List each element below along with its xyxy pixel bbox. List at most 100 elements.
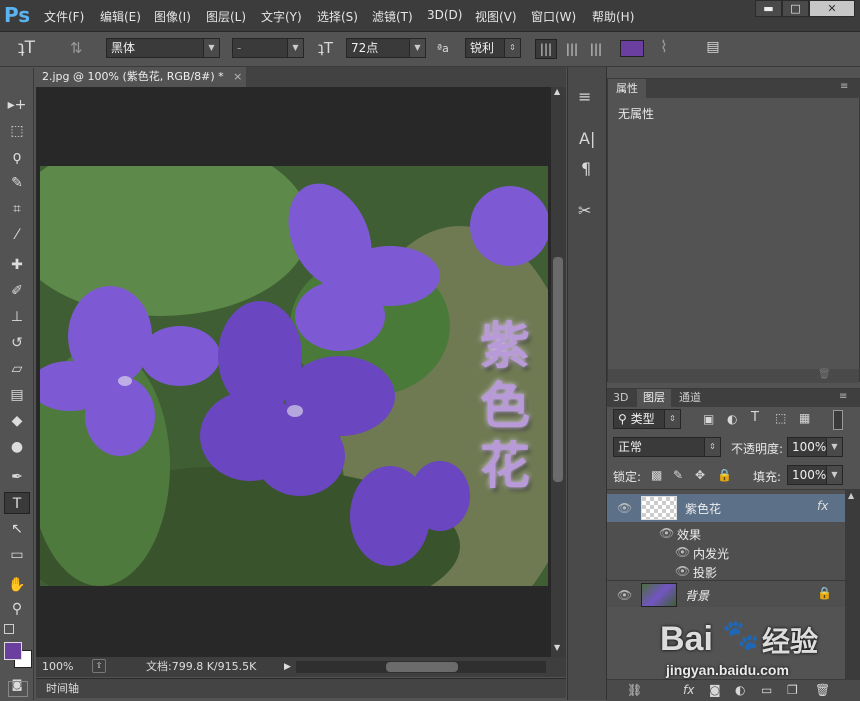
minimize-button[interactable]: ▬ [755, 0, 782, 17]
menu-image[interactable]: 图像(I) [154, 8, 191, 25]
tab-layers[interactable]: 图层 [637, 389, 671, 407]
document-tab[interactable]: 2.jpg @ 100% (紫色花, RGB/8#) * × [36, 67, 246, 87]
lasso-tool-icon[interactable]: ϙ [4, 146, 30, 168]
zoom-level[interactable]: 100% [42, 658, 73, 676]
default-colors-icon[interactable] [4, 624, 14, 634]
eraser-tool-icon[interactable]: ▱ [4, 358, 30, 380]
font-size-select[interactable]: 72点 ▼ [346, 38, 426, 58]
link-layers-icon[interactable]: ⛓ [627, 683, 642, 697]
hand-tool-icon[interactable]: ✋ [4, 574, 30, 596]
stamp-tool-icon[interactable]: ⊥ [4, 306, 30, 328]
tab-channels[interactable]: 通道 [673, 389, 707, 407]
scroll-down-icon[interactable]: ▼ [554, 643, 560, 652]
lock-pixels-icon[interactable]: ✎ [673, 468, 683, 482]
timeline-tab[interactable]: 时间轴 [46, 679, 79, 699]
menu-window[interactable]: 窗口(W) [531, 8, 576, 25]
layer-filter-select[interactable]: ⚲ 类型 ⇕ [613, 409, 681, 429]
layer-row[interactable]: 👁 背景 🔒 [607, 580, 853, 608]
type-tool-preset-icon[interactable]: ʇT [18, 38, 35, 58]
menu-select[interactable]: 选择(S) [317, 8, 358, 25]
lock-transparency-icon[interactable]: ▩ [651, 468, 662, 482]
canvas-area[interactable]: 紫 色 花 [36, 87, 551, 657]
font-family-select[interactable]: 黑体 ▼ [106, 38, 220, 58]
align-left-icon[interactable]: ||| [535, 39, 557, 59]
add-mask-icon[interactable]: ◙ [709, 683, 721, 697]
blur-tool-icon[interactable]: ◆ [4, 410, 30, 432]
layer-name[interactable]: 背景 [685, 587, 709, 604]
filter-pixel-icon[interactable]: ▣ [703, 412, 714, 426]
type-tool-icon[interactable]: T [4, 492, 30, 514]
menu-file[interactable]: 文件(F) [44, 8, 84, 25]
menu-3d[interactable]: 3D(D) [427, 8, 462, 22]
blend-mode-select[interactable]: 正常 ⇕ [613, 437, 721, 457]
effect-row[interactable]: 👁 内发光 [607, 543, 853, 561]
filter-adjustment-icon[interactable]: ◐ [727, 412, 737, 426]
filter-toggle-switch[interactable] [833, 410, 843, 430]
brush-tool-icon[interactable]: ✐ [4, 280, 30, 302]
tool-presets-icon[interactable]: ✂ [578, 201, 591, 220]
lock-all-icon[interactable]: 🔒 [717, 468, 732, 482]
dodge-tool-icon[interactable]: ● [4, 436, 30, 458]
horizontal-scrollbar[interactable] [296, 661, 546, 673]
lock-position-icon[interactable]: ✥ [695, 468, 705, 482]
layers-scrollbar[interactable]: ▲ [845, 489, 860, 685]
crop-tool-icon[interactable]: ⌗ [4, 198, 30, 220]
antialias-select[interactable]: 锐利 ⇕ [465, 38, 521, 58]
align-right-icon[interactable]: ||| [586, 39, 606, 59]
visibility-eye-icon[interactable]: 👁 [617, 501, 632, 515]
fill-field[interactable]: 100% ▼ [787, 465, 843, 485]
character-panel-icon[interactable]: ▤ [703, 39, 723, 57]
share-icon[interactable]: ⇧ [92, 659, 106, 673]
menu-edit[interactable]: 编辑(E) [100, 8, 141, 25]
trash-icon[interactable]: 🗑 [818, 369, 831, 380]
scroll-up-icon[interactable]: ▲ [554, 87, 560, 96]
visibility-eye-icon[interactable]: 👁 [617, 588, 632, 602]
visibility-eye-icon[interactable]: 👁 [675, 564, 690, 578]
close-button[interactable]: ✕ [809, 0, 855, 17]
menu-view[interactable]: 视图(V) [475, 8, 517, 25]
properties-panel-icon[interactable]: ≡ [578, 87, 591, 106]
add-style-icon[interactable]: fx [683, 683, 694, 697]
pen-tool-icon[interactable]: ✒ [4, 466, 30, 488]
visibility-eye-icon[interactable]: 👁 [659, 526, 674, 540]
character-panel-icon[interactable]: A| [579, 129, 595, 148]
new-adjustment-icon[interactable]: ◐ [735, 683, 745, 697]
tab-3d[interactable]: 3D [607, 389, 634, 407]
layer-row[interactable]: 👁 紫色花 fx [607, 494, 845, 522]
path-select-tool-icon[interactable]: ↖ [4, 518, 30, 540]
fx-icon[interactable]: fx [817, 499, 828, 513]
menu-type[interactable]: 文字(Y) [261, 8, 302, 25]
effects-row[interactable]: 👁 效果 [607, 524, 853, 542]
healing-brush-tool-icon[interactable]: ✚ [4, 254, 30, 276]
h-scroll-thumb[interactable] [386, 662, 458, 672]
font-style-select[interactable]: - ▼ [232, 38, 304, 58]
menu-filter[interactable]: 滤镜(T) [372, 8, 413, 25]
quick-select-tool-icon[interactable]: ✎ [4, 172, 30, 194]
vertical-scrollbar[interactable]: ▲ ▼ [551, 87, 566, 657]
marquee-tool-icon[interactable]: ⬚ [4, 120, 30, 142]
panel-collapse-icon[interactable]: ▭ [8, 681, 28, 697]
maximize-button[interactable]: □ [782, 0, 809, 17]
delete-layer-icon[interactable]: 🗑 [815, 683, 830, 697]
toggle-orientation-icon[interactable]: ⇅ [70, 39, 83, 57]
overlay-text-layer[interactable]: 紫 色 花 [470, 316, 540, 496]
panel-menu-icon[interactable]: ≡ [839, 391, 847, 402]
zoom-tool-icon[interactable]: ⚲ [4, 598, 30, 620]
history-brush-tool-icon[interactable]: ↺ [4, 332, 30, 354]
eyedropper-tool-icon[interactable]: ⁄ [4, 224, 30, 246]
effect-row[interactable]: 👁 投影 [607, 562, 853, 580]
foreground-color-swatch[interactable] [4, 642, 22, 660]
opacity-field[interactable]: 100% ▼ [787, 437, 843, 457]
filter-smart-object-icon[interactable]: ▦ [799, 411, 810, 425]
visibility-eye-icon[interactable]: 👁 [675, 545, 690, 559]
filter-type-icon[interactable]: T [751, 410, 759, 425]
status-menu-icon[interactable]: ▶ [284, 658, 291, 676]
shape-tool-icon[interactable]: ▭ [4, 544, 30, 566]
close-tab-icon[interactable]: × [233, 70, 242, 83]
paragraph-panel-icon[interactable]: ¶ [581, 159, 591, 178]
properties-tab[interactable]: 属性 [608, 79, 646, 98]
gradient-tool-icon[interactable]: ▤ [4, 384, 30, 406]
menu-layer[interactable]: 图层(L) [206, 8, 246, 25]
panel-menu-icon[interactable]: ≡ [840, 81, 848, 92]
align-center-icon[interactable]: ||| [562, 39, 582, 59]
